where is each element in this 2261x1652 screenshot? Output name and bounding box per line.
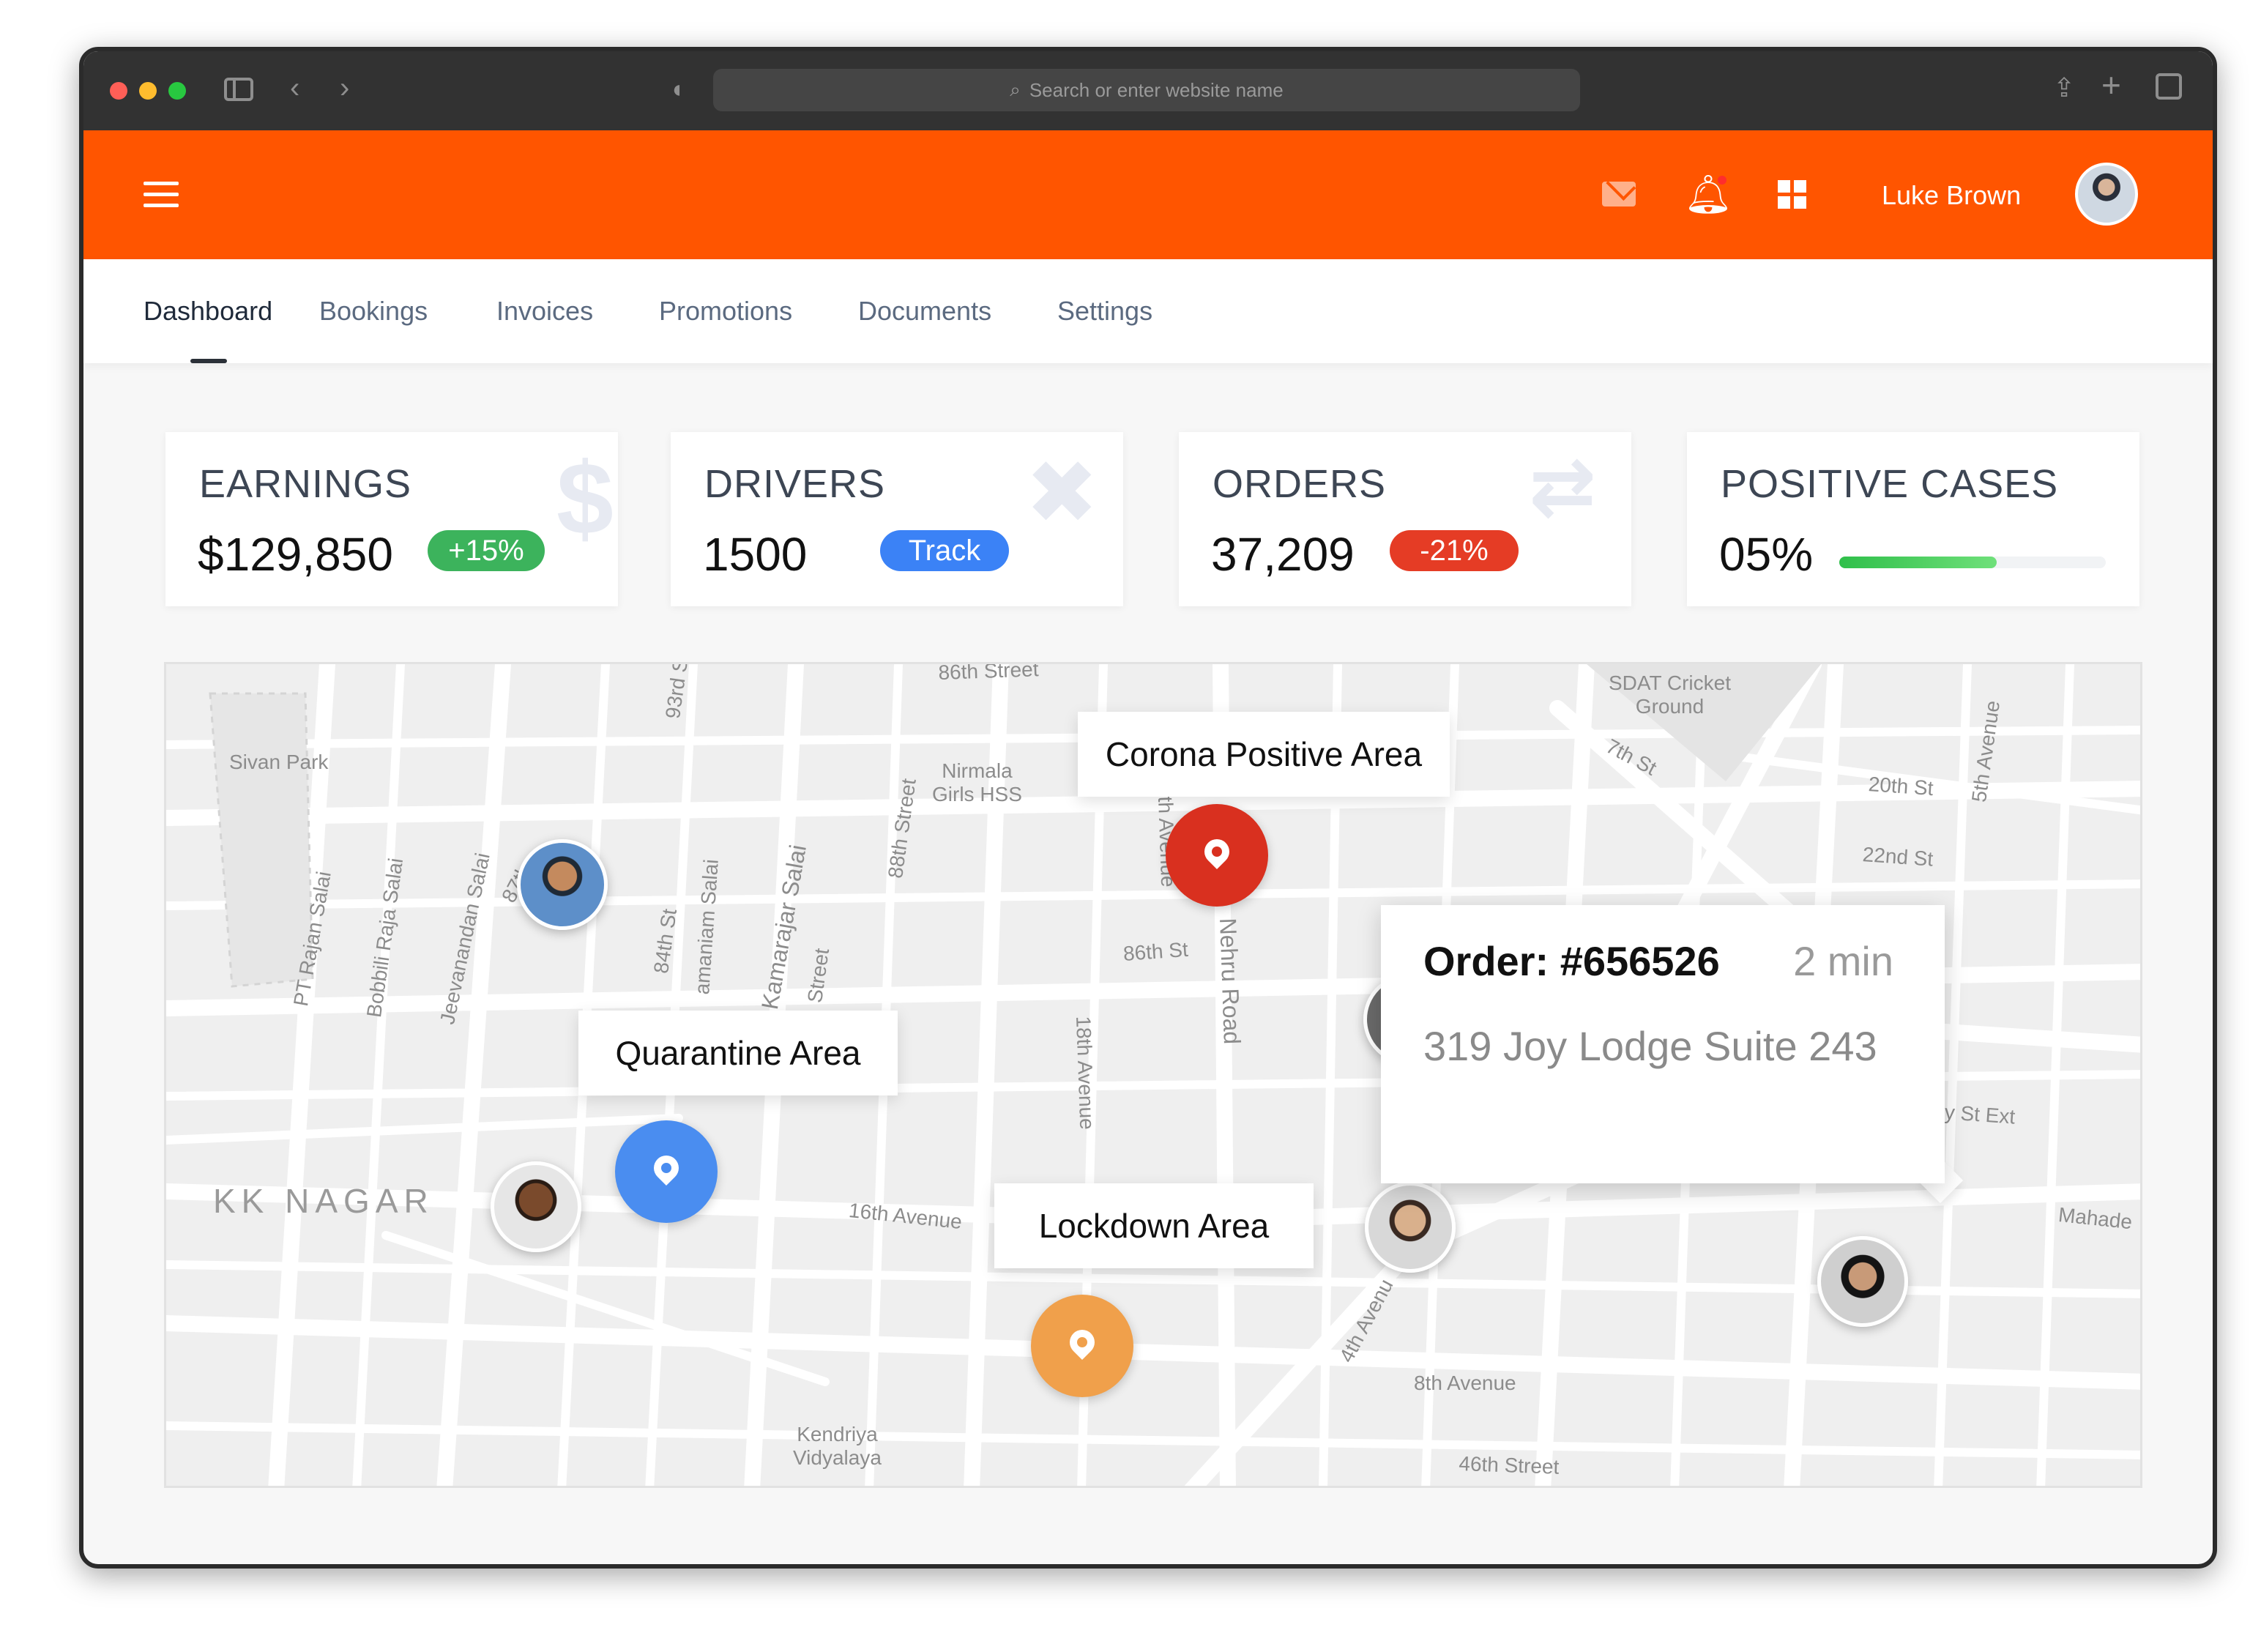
map-label-86th-st: 86th St <box>1122 937 1189 965</box>
back-icon[interactable]: ‹ <box>290 73 299 103</box>
positive-cases-card: POSITIVE CASES 05% <box>1687 432 2139 606</box>
map-label-20th-st: 20th St <box>1867 773 1934 800</box>
positive-cases-progress <box>1839 557 2106 568</box>
maximize-window-button[interactable] <box>168 82 186 100</box>
driver-avatar[interactable] <box>491 1161 581 1252</box>
user-avatar[interactable] <box>2075 163 2138 226</box>
tab-overview-icon[interactable] <box>2156 73 2182 100</box>
tools-icon: ✖ <box>1025 444 1099 542</box>
orders-change-badge: -21% <box>1390 530 1519 571</box>
map-label-8th-avenue: 8th Avenue <box>1414 1372 1516 1394</box>
map-label-46th-street: 46th Street <box>1458 1452 1560 1478</box>
browser-window: ‹ › ◖ ⌕ Search or enter website name ⇪ +… <box>79 47 2217 1569</box>
shield-icon[interactable]: ◖ <box>669 75 685 104</box>
map-label-kk-nagar: KK NAGAR <box>213 1182 434 1220</box>
tab-settings[interactable]: Settings <box>1057 296 1152 327</box>
earnings-change-badge: +15% <box>428 530 545 571</box>
mail-icon[interactable] <box>1602 182 1636 206</box>
bell-icon[interactable]: 🔔︎ <box>1684 174 1732 215</box>
tab-promotions[interactable]: Promotions <box>659 296 792 327</box>
order-address: 319 Joy Lodge Suite 243 <box>1423 1023 1877 1069</box>
corona-area-pin[interactable] <box>1166 804 1268 907</box>
user-name[interactable]: Luke Brown <box>1882 180 2021 211</box>
app-header: 🔔︎ Luke Brown <box>83 130 2213 259</box>
lockdown-area-label: Lockdown Area <box>994 1183 1314 1268</box>
order-eta: 2 min <box>1793 938 1893 984</box>
new-tab-icon[interactable]: + <box>2101 68 2121 102</box>
main-nav: Dashboard Bookings Invoices Promotions D… <box>83 259 2213 363</box>
map-label-sivan-park: Sivan Park <box>229 751 329 773</box>
corona-area-label: Corona Positive Area <box>1078 712 1450 797</box>
order-popup[interactable]: Order: #656526 2 min 319 Joy Lodge Suite… <box>1381 905 1945 1183</box>
apps-grid-icon[interactable] <box>1778 180 1807 209</box>
search-icon: ⌕ <box>1010 78 1021 100</box>
drivers-value: 1500 <box>703 528 808 581</box>
address-bar[interactable]: ⌕ Search or enter website name <box>713 69 1580 111</box>
driver-avatar[interactable] <box>517 839 608 930</box>
close-window-button[interactable] <box>110 82 127 100</box>
forward-icon[interactable]: › <box>340 73 349 103</box>
tab-documents[interactable]: Documents <box>858 296 991 327</box>
positive-cases-title: POSITIVE CASES <box>1721 462 2059 506</box>
menu-icon[interactable] <box>144 182 179 208</box>
map-label-86th-street: 86th Street <box>938 662 1039 684</box>
driver-avatar[interactable] <box>1817 1236 1908 1327</box>
map-label-sdat: SDAT Cricket Ground <box>1609 671 1731 718</box>
drivers-card: ✖ DRIVERS 1500 Track <box>671 432 1123 606</box>
map-label-kendriya: Kendriya Vidyalaya <box>793 1423 882 1469</box>
orders-title: ORDERS <box>1213 462 1387 506</box>
sidebar-toggle-icon[interactable] <box>224 78 253 101</box>
dollar-icon: $ <box>556 441 614 556</box>
earnings-card: $ EARNINGS $129,850 +15% <box>165 432 618 606</box>
location-pin-icon <box>1064 1324 1100 1361</box>
location-pin-icon <box>648 1150 685 1186</box>
active-tab-indicator <box>190 359 227 363</box>
quarantine-area-label: Quarantine Area <box>578 1011 898 1095</box>
tab-dashboard[interactable]: Dashboard <box>144 296 272 327</box>
orders-value: 37,209 <box>1211 528 1355 581</box>
earnings-value: $129,850 <box>198 528 393 581</box>
tab-invoices[interactable]: Invoices <box>496 296 593 327</box>
earnings-title: EARNINGS <box>199 462 412 506</box>
quarantine-area-pin[interactable] <box>615 1120 718 1223</box>
drivers-title: DRIVERS <box>704 462 886 506</box>
orders-card: ⇄ ORDERS 37,209 -21% <box>1179 432 1631 606</box>
map-label-y-st-ext: y St Ext <box>1943 1101 2016 1128</box>
lockdown-area-pin[interactable] <box>1031 1295 1133 1397</box>
location-pin-icon <box>1199 833 1235 870</box>
map-label-22nd-st: 22nd St <box>1861 843 1934 871</box>
transfer-icon: ⇄ <box>1529 442 1597 532</box>
share-icon[interactable]: ⇪ <box>2053 73 2075 103</box>
minimize-window-button[interactable] <box>139 82 157 100</box>
positive-cases-value: 05% <box>1719 528 1814 581</box>
notification-dot <box>1718 176 1727 185</box>
tab-bookings[interactable]: Bookings <box>319 296 428 327</box>
map-label-nirmala: Nirmala Girls HSS <box>932 759 1022 805</box>
positive-cases-progress-fill <box>1839 557 1997 568</box>
driver-avatar[interactable] <box>1365 1182 1456 1273</box>
browser-toolbar: ‹ › ◖ ⌕ Search or enter website name ⇪ + <box>83 51 2213 130</box>
map-label-18th-avenue: 18th Avenue <box>1072 1016 1099 1131</box>
map-label-nehru-road: Nehru Road <box>1215 918 1246 1045</box>
track-drivers-button[interactable]: Track <box>880 530 1009 571</box>
order-number: Order: #656526 <box>1423 938 1720 984</box>
address-bar-placeholder: Search or enter website name <box>1029 78 1284 101</box>
